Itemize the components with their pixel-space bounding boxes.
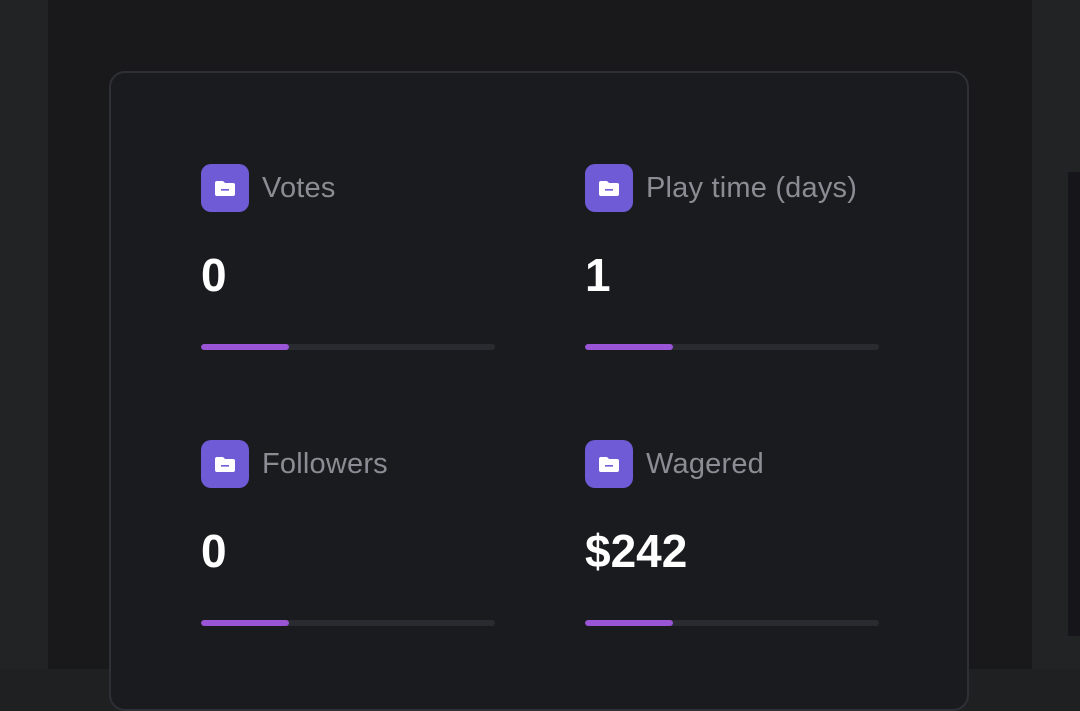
progress-fill [201, 620, 290, 626]
left-gutter [0, 0, 48, 669]
stat-play-time: Play time (days) 1 [585, 164, 881, 350]
folder-icon [585, 164, 633, 212]
progress-fill [201, 344, 290, 350]
progress-bar [201, 620, 495, 626]
folder-icon [585, 440, 633, 488]
progress-bar [201, 344, 495, 350]
stat-label: Wagered [646, 447, 764, 480]
folder-icon [201, 440, 249, 488]
progress-fill [585, 344, 674, 350]
stat-wagered: Wagered $242 [585, 440, 881, 626]
stat-label: Play time (days) [646, 171, 858, 204]
progress-bar [585, 620, 879, 626]
scrollbar[interactable] [1068, 172, 1080, 636]
progress-fill [585, 620, 674, 626]
stat-value: 1 [585, 249, 611, 301]
stat-value: 0 [201, 249, 227, 301]
stat-followers: Followers 0 [201, 440, 497, 626]
folder-icon [201, 164, 249, 212]
progress-bar [585, 344, 879, 350]
stat-value: $242 [585, 525, 688, 577]
stat-value: 0 [201, 525, 227, 577]
stat-label: Followers [262, 447, 388, 480]
stat-label: Votes [262, 171, 336, 204]
stat-votes: Votes 0 [201, 164, 497, 350]
stats-card: Votes 0 Play time (days) 1 Followers 0 W… [109, 71, 969, 711]
